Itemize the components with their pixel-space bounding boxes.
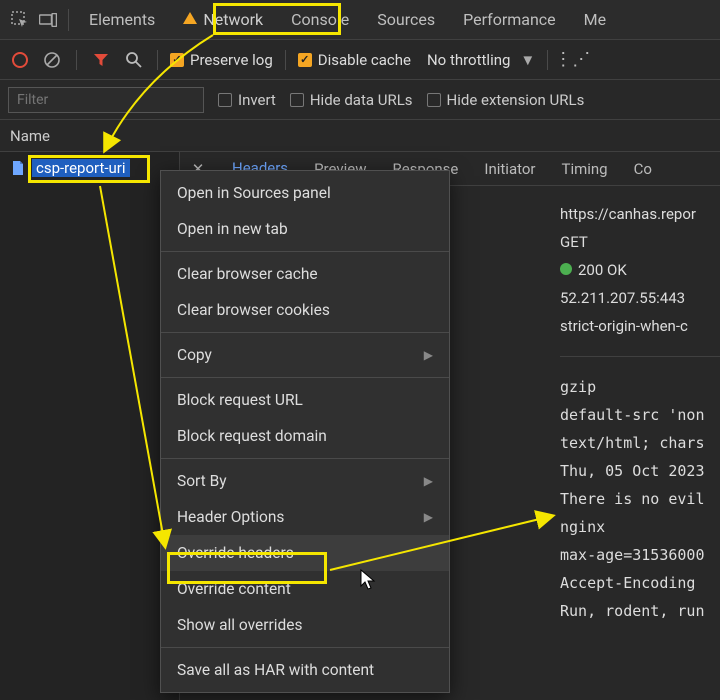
invert-label: Invert (238, 91, 276, 109)
tab-timing[interactable]: Timing (560, 154, 610, 184)
ctx-override-headers[interactable]: Override headers (161, 535, 449, 571)
network-filter-row: Invert Hide data URLs Hide extension URL… (0, 80, 720, 120)
preserve-log-checkbox[interactable]: ✓Preserve log (170, 51, 273, 69)
ctx-sort-by[interactable]: Sort By ▶ (161, 463, 449, 499)
tab-performance[interactable]: Performance (449, 0, 570, 40)
hide-ext-urls-label: Hide extension URLs (447, 91, 585, 109)
requests-list: csp-report-uri (0, 152, 180, 700)
chevron-right-icon: ▶ (424, 348, 433, 362)
document-icon (10, 160, 26, 176)
context-menu: Open in Sources panel Open in new tab Cl… (160, 170, 450, 693)
network-toolbar: ✓Preserve log ✓Disable cache No throttli… (0, 40, 720, 80)
ctx-open-in-sources[interactable]: Open in Sources panel (161, 175, 449, 211)
chevron-right-icon: ▶ (424, 510, 433, 524)
mouse-cursor-icon (360, 569, 378, 596)
ctx-header-options[interactable]: Header Options ▶ (161, 499, 449, 535)
ctx-block-url[interactable]: Block request URL (161, 382, 449, 418)
resp-header-line: Run, rodent, run (560, 597, 720, 625)
resp-header-line: max-age=31536000 (560, 541, 720, 569)
ctx-clear-cookies[interactable]: Clear browser cookies (161, 292, 449, 328)
tab-cookies[interactable]: Co (632, 154, 654, 184)
throttling-value: No throttling (427, 51, 510, 69)
disable-cache-label: Disable cache (318, 51, 411, 69)
referrer-policy: strict-origin-when-c (560, 312, 720, 340)
request-row[interactable]: csp-report-uri (8, 158, 132, 178)
tab-console[interactable]: Console (277, 0, 363, 40)
hide-data-urls-checkbox[interactable]: Hide data URLs (290, 91, 413, 109)
status-dot-icon (560, 263, 572, 275)
ctx-copy[interactable]: Copy ▶ (161, 337, 449, 373)
ctx-copy-label: Copy (177, 346, 212, 364)
hide-data-urls-label: Hide data URLs (310, 91, 413, 109)
tab-initiator[interactable]: Initiator (482, 154, 537, 184)
resp-header-line: gzip (560, 373, 720, 401)
ctx-open-in-new-tab[interactable]: Open in new tab (161, 211, 449, 247)
ctx-override-content[interactable]: Override content (161, 571, 449, 607)
tab-elements[interactable]: Elements (75, 0, 169, 40)
tab-memory[interactable]: Me (570, 0, 620, 40)
ctx-sort-label: Sort By (177, 472, 227, 490)
filter-icon[interactable] (89, 48, 113, 72)
throttling-dropdown[interactable]: No throttling ▼ (427, 51, 535, 69)
resp-header-line: There is no evil (560, 485, 720, 513)
request-name: csp-report-uri (32, 159, 130, 177)
ctx-clear-cache[interactable]: Clear browser cache (161, 256, 449, 292)
tab-sources[interactable]: Sources (363, 0, 449, 40)
resp-header-line: nginx (560, 513, 720, 541)
status-code: 200 OK (560, 256, 720, 284)
invert-checkbox[interactable]: Invert (218, 91, 276, 109)
request-method: GET (560, 228, 720, 256)
resp-header-line: text/html; chars (560, 429, 720, 457)
device-toolbar-icon[interactable] (34, 6, 62, 34)
requests-column-header-name[interactable]: Name (0, 120, 720, 152)
remote-address: 52.211.207.55:443 (560, 284, 720, 312)
record-button[interactable] (8, 48, 32, 72)
devtools-panel-tabs: Elements Network Console Sources Perform… (0, 0, 720, 40)
chevron-down-icon: ▼ (520, 51, 535, 69)
status-text: 200 OK (578, 261, 627, 279)
ctx-header-opt-label: Header Options (177, 508, 284, 526)
inspect-element-icon[interactable] (6, 6, 34, 34)
ctx-block-domain[interactable]: Block request domain (161, 418, 449, 454)
resp-header-line: default-src 'non (560, 401, 720, 429)
request-url: https://canhas.repor (560, 200, 720, 228)
resp-header-line: Accept-Encoding (560, 569, 720, 597)
ctx-show-overrides[interactable]: Show all overrides (161, 607, 449, 643)
filter-input[interactable] (8, 87, 204, 113)
clear-icon[interactable] (40, 48, 64, 72)
search-icon[interactable] (121, 48, 145, 72)
chevron-right-icon: ▶ (424, 474, 433, 488)
ctx-save-har[interactable]: Save all as HAR with content (161, 652, 449, 688)
preserve-log-label: Preserve log (190, 51, 273, 69)
resp-header-line: Thu, 05 Oct 2023 (560, 457, 720, 485)
disable-cache-checkbox[interactable]: ✓Disable cache (298, 51, 411, 69)
tab-network[interactable]: Network (169, 0, 277, 40)
hide-extension-urls-checkbox[interactable]: Hide extension URLs (427, 91, 585, 109)
network-conditions-icon[interactable]: ⋮⋰ (560, 48, 584, 72)
